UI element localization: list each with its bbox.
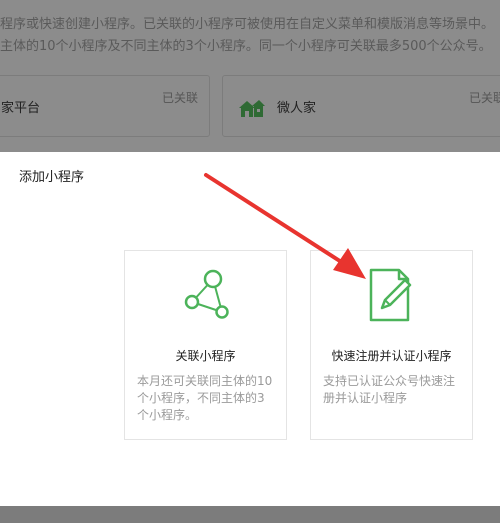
card-name: 微人家 bbox=[277, 101, 317, 116]
description-line: 册并认证小程序 bbox=[323, 391, 408, 405]
add-miniprogram-dialog: 添加小程序 关联小程序 本月还可关联同主体的10 个小程序，不同主体的3 个小程… bbox=[0, 152, 500, 506]
background-page: 程序或快速创建小程序。已关联的小程序可被使用在自定义菜单和模版消息等场景中。 主… bbox=[0, 0, 500, 152]
linked-miniprogram-card[interactable]: 微人家 已关联 bbox=[222, 75, 500, 137]
option-description: 本月还可关联同主体的10 个小程序，不同主体的3 个小程序。 bbox=[137, 373, 272, 424]
linked-miniprogram-card[interactable]: 家平台 已关联 bbox=[0, 75, 210, 137]
description-line: 个小程序，不同主体的3 bbox=[137, 391, 265, 405]
description-line: 本月还可关联同主体的10 bbox=[137, 374, 273, 388]
link-miniprogram-option[interactable]: 关联小程序 本月还可关联同主体的10 个小程序，不同主体的3 个小程序。 bbox=[124, 250, 287, 440]
description-line: 支持已认证公众号快速注 bbox=[323, 374, 456, 388]
card-status: 已关联 bbox=[469, 91, 500, 105]
page-description-line2: 主体的10个小程序及不同主体的3个小程序。同一个小程序可关联最多500个公众号。 bbox=[0, 39, 492, 54]
card-status: 已关联 bbox=[162, 91, 199, 105]
option-description: 支持已认证公众号快速注 册并认证小程序 bbox=[323, 373, 455, 407]
document-edit-icon bbox=[369, 268, 412, 322]
dialog-title: 添加小程序 bbox=[19, 170, 85, 185]
link-nodes-icon bbox=[184, 269, 229, 319]
description-line: 个小程序。 bbox=[137, 408, 198, 422]
page-description-line1: 程序或快速创建小程序。已关联的小程序可被使用在自定义菜单和模版消息等场景中。 bbox=[0, 17, 495, 32]
option-title: 快速注册并认证小程序 bbox=[331, 349, 452, 363]
quick-register-option[interactable]: 快速注册并认证小程序 支持已认证公众号快速注 册并认证小程序 bbox=[310, 250, 473, 440]
card-name: 家平台 bbox=[1, 101, 41, 116]
option-title: 关联小程序 bbox=[175, 349, 236, 363]
house-icon bbox=[239, 100, 265, 117]
background-footer bbox=[0, 506, 500, 523]
